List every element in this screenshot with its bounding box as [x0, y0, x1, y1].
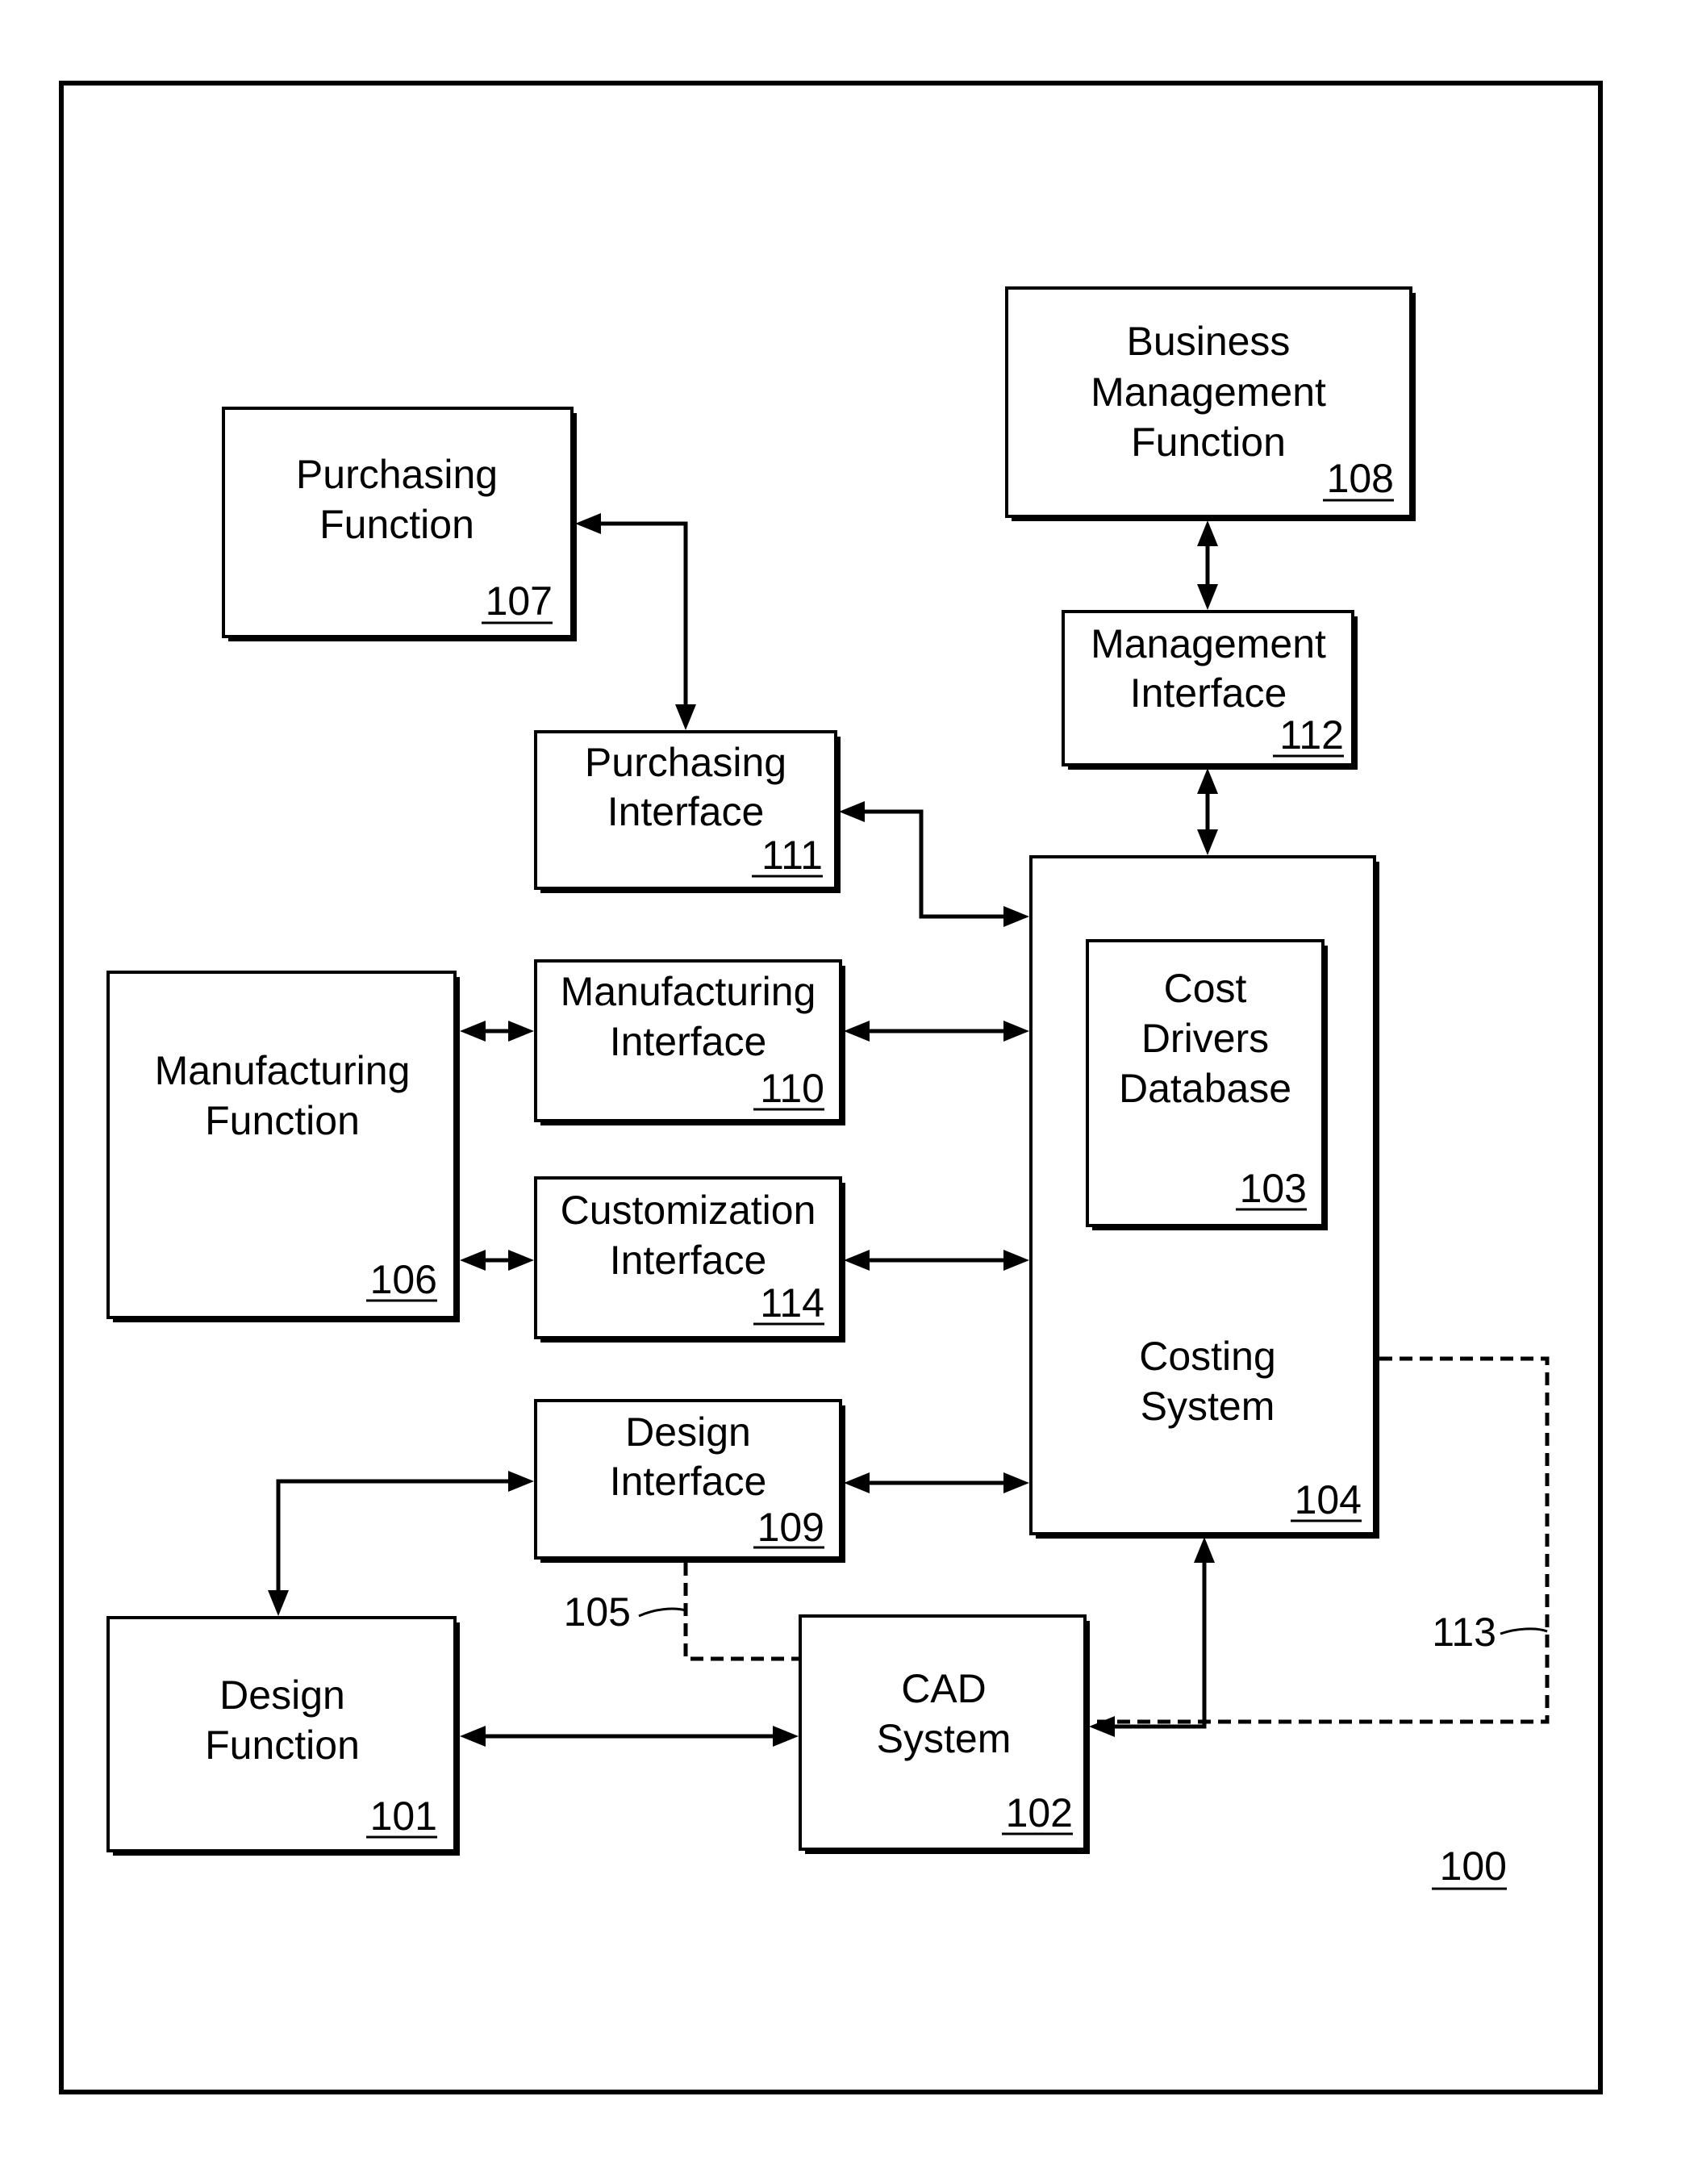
connector-manufacturing-interface-costing [844, 1021, 1029, 1042]
block-ref-number: 111 [761, 833, 823, 878]
arrowhead-icon [1003, 1472, 1029, 1493]
arrowhead-icon [508, 1471, 534, 1492]
block-ref-number: 104 [1295, 1477, 1362, 1522]
block-label-line: Function [319, 502, 474, 547]
arrowhead-icon [675, 704, 696, 730]
arrowhead-icon [508, 1250, 534, 1271]
block-ref-number: 108 [1327, 456, 1394, 501]
arrowhead-icon [1197, 829, 1218, 855]
arrowhead-icon [1003, 1021, 1029, 1042]
arrowhead-icon [508, 1021, 534, 1042]
block-design-interface[interactable]: Design Interface 109 [534, 1399, 845, 1563]
block-label-line: Function [205, 1723, 360, 1768]
connector-design-function-interface [268, 1471, 534, 1616]
block-purchasing-function[interactable]: Purchasing Function 107 [222, 407, 577, 641]
block-ref-number: 101 [370, 1794, 437, 1839]
block-ref-number: 103 [1240, 1166, 1307, 1211]
connector-management-interface-costing [1197, 768, 1218, 855]
arrowhead-icon [460, 1726, 486, 1747]
arrowhead-icon [1197, 768, 1218, 794]
block-label-line: Purchasing [585, 740, 786, 785]
connector-purchasing-function-interface [575, 513, 696, 730]
block-label-line: Manufacturing [155, 1048, 411, 1093]
connector-design-function-cad [460, 1726, 799, 1747]
block-label-line: Customization [561, 1188, 816, 1233]
connector-design-interface-costing [844, 1472, 1029, 1493]
figure-reference: 100 [1432, 1844, 1507, 1890]
block-label-line: Interface [607, 789, 765, 834]
connector-purchasing-interface-costing [839, 801, 1029, 927]
block-label-line: Interface [610, 1019, 767, 1064]
block-label-line: Costing [1139, 1334, 1276, 1379]
block-label-line: Interface [610, 1238, 767, 1283]
block-label-line: Design [625, 1409, 751, 1455]
block-ref-number: 106 [370, 1257, 437, 1302]
arrowhead-icon [839, 801, 865, 822]
dashed-link-105: 105 [564, 1563, 800, 1661]
arrowhead-icon [844, 1021, 870, 1042]
block-label-line: CAD [901, 1666, 987, 1711]
block-label-line: Cost [1164, 966, 1247, 1011]
dashed-link-ref: 105 [564, 1589, 631, 1635]
block-design-function[interactable]: Design Function 101 [106, 1616, 460, 1856]
arrowhead-icon [1089, 1716, 1115, 1737]
block-cost-drivers-database[interactable]: Cost Drivers Database 103 [1086, 939, 1328, 1230]
leader-line [1500, 1627, 1548, 1635]
arrowhead-icon [1194, 1537, 1215, 1563]
block-cad-system[interactable]: CAD System 102 [799, 1614, 1090, 1854]
arrowhead-icon [575, 513, 601, 534]
block-label-line: Purchasing [296, 452, 498, 497]
block-label-line: Database [1119, 1066, 1291, 1111]
block-manufacturing-function[interactable]: Manufacturing Function 106 [106, 971, 460, 1322]
block-label-line: Interface [610, 1459, 767, 1504]
connector-business-management-interface [1197, 520, 1218, 610]
block-label-line: Interface [1130, 670, 1287, 716]
block-ref-number: 114 [760, 1280, 824, 1326]
block-label-line: Management [1091, 621, 1326, 666]
connector-manufacturing-function-interface [460, 1021, 534, 1042]
arrowhead-icon [1003, 906, 1029, 927]
block-label-line: System [877, 1716, 1012, 1761]
block-ref-number: 109 [757, 1505, 824, 1550]
block-customization-interface[interactable]: Customization Interface 114 [534, 1176, 845, 1343]
arrowhead-icon [268, 1590, 289, 1616]
block-ref-number: 107 [486, 578, 553, 624]
block-label-line: Drivers [1141, 1016, 1269, 1061]
block-management-interface[interactable]: Management Interface 112 [1062, 610, 1358, 770]
connector-manufacturing-function-customization [460, 1250, 534, 1271]
arrowhead-icon [460, 1250, 486, 1271]
block-label-line: Management [1091, 370, 1326, 415]
block-purchasing-interface[interactable]: Purchasing Interface 111 [534, 730, 841, 893]
block-ref-number: 102 [1006, 1790, 1073, 1835]
block-label-line: Business [1127, 319, 1291, 364]
leader-line [638, 1607, 686, 1618]
block-label-line: Function [205, 1098, 360, 1143]
arrowhead-icon [844, 1472, 870, 1493]
block-ref-number: 110 [760, 1066, 824, 1111]
arrowhead-icon [460, 1021, 486, 1042]
block-manufacturing-interface[interactable]: Manufacturing Interface 110 [534, 959, 845, 1125]
block-label-line: Design [219, 1672, 345, 1718]
arrowhead-icon [773, 1726, 799, 1747]
block-label-line: System [1141, 1384, 1275, 1429]
block-label-line: Manufacturing [561, 969, 816, 1014]
connector-cad-costing [1089, 1537, 1215, 1737]
block-business-management-function[interactable]: Business Management Function 108 [1005, 286, 1416, 521]
arrowhead-icon [1003, 1250, 1029, 1271]
figure-ref-number: 100 [1440, 1844, 1507, 1889]
arrowhead-icon [1197, 584, 1218, 610]
dashed-link-ref: 113 [1432, 1610, 1496, 1655]
block-label-line: Function [1131, 420, 1286, 465]
system-diagram: Business Management Function 108 Purchas… [59, 81, 1603, 2094]
connector-customization-interface-costing [844, 1250, 1029, 1271]
block-ref-number: 112 [1279, 712, 1344, 758]
arrowhead-icon [844, 1250, 870, 1271]
arrowhead-icon [1197, 520, 1218, 546]
